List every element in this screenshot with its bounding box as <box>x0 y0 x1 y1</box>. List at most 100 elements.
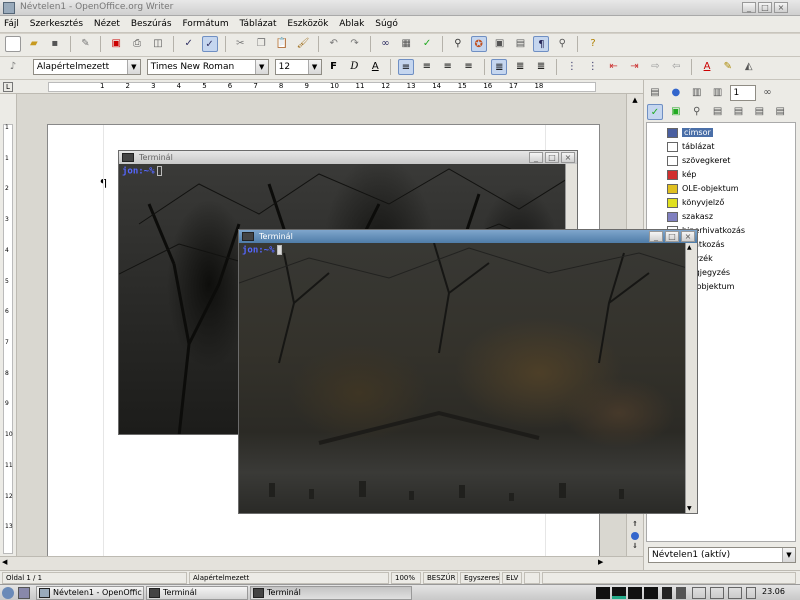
underline-button[interactable]: A <box>367 59 383 75</box>
print-icon[interactable]: ⎙ <box>129 36 145 52</box>
signature-status[interactable]: ELV <box>502 572 522 584</box>
paste-icon[interactable]: 📋 <box>274 36 290 52</box>
hyperlink-icon[interactable]: ∞ <box>377 36 393 52</box>
prev-icon[interactable]: ▥ <box>689 85 705 101</box>
scroll-right-icon[interactable]: ▶ <box>598 558 603 566</box>
task-writer[interactable]: Névtelen1 - OpenOffic <box>36 586 144 600</box>
save-icon[interactable]: ▪ <box>47 36 63 52</box>
line-spacing-2-icon[interactable]: ≣ <box>533 59 549 75</box>
terminal-2-content[interactable]: jon:~% <box>239 243 685 513</box>
menu-tools[interactable]: Eszközök <box>283 16 332 29</box>
horizontal-ruler[interactable]: L 1 2 3 4 5 6 7 8 9 10 11 12 13 14 15 16 17 18 <box>0 80 643 94</box>
background-color-icon[interactable]: ◭ <box>741 59 757 75</box>
navigation-icon[interactable] <box>631 532 639 540</box>
task-terminal-1[interactable]: Terminál <box>146 586 248 600</box>
terminal-2-titlebar[interactable]: Terminál _ □ × <box>239 230 697 243</box>
maximize-icon[interactable]: □ <box>665 231 679 242</box>
tray-icon-5[interactable] <box>728 587 742 599</box>
paragraph-style-select[interactable]: Alapértelmezett ▼ <box>32 59 141 75</box>
tab-type-icon[interactable]: L <box>3 82 13 92</box>
navigator-item[interactable]: könyvjelző <box>667 196 724 210</box>
navigator-item[interactable]: szakasz <box>667 210 713 224</box>
window-titlebar[interactable]: Névtelen1 - OpenOffice.org Writer _ □ × <box>0 0 800 16</box>
styles-formatting-icon[interactable]: ♪ <box>5 59 21 75</box>
scroll-down-icon[interactable]: ▼ <box>687 505 692 512</box>
minimize-icon[interactable]: _ <box>529 152 543 163</box>
line-spacing-15-icon[interactable]: ≣ <box>512 59 528 75</box>
toggle-icon[interactable]: ▤ <box>647 85 663 101</box>
terminal-window-2[interactable]: Terminál _ □ × jon:~% ▲ ▼ <box>238 229 698 514</box>
spellcheck-icon[interactable]: ✓ <box>181 36 197 52</box>
terminal-2-scrollbar[interactable]: ▲ ▼ <box>685 243 697 513</box>
menu-format[interactable]: Formátum <box>178 16 232 29</box>
highlighting-icon[interactable]: ✎ <box>720 59 736 75</box>
document-select[interactable]: Névtelen1 (aktív) ▼ <box>648 547 796 563</box>
redo-icon[interactable]: ↷ <box>347 36 363 52</box>
maximize-icon[interactable]: □ <box>758 2 772 13</box>
start-menu-icon[interactable] <box>2 587 14 599</box>
print-preview-icon[interactable]: ◫ <box>150 36 166 52</box>
menu-table[interactable]: Táblázat <box>236 16 281 29</box>
terminal-1-titlebar[interactable]: Terminál _ □ × <box>119 151 577 164</box>
promote-icon[interactable]: ▤ <box>731 104 747 120</box>
page-number-input[interactable]: 1 <box>729 85 756 101</box>
vertical-ruler[interactable]: 1 1 2 3 4 5 6 7 8 9 10 11 12 13 <box>0 94 17 556</box>
tray-icon-4[interactable] <box>710 587 724 599</box>
next-page-icon[interactable]: ⇓ <box>629 542 641 552</box>
navigation-icon[interactable]: ● <box>668 85 684 101</box>
close-icon[interactable]: × <box>561 152 575 163</box>
close-icon[interactable]: × <box>681 231 695 242</box>
navigator-item[interactable]: szövegkeret <box>667 154 730 168</box>
list-box-icon[interactable]: ▣ <box>668 104 684 120</box>
bullets-icon[interactable]: ⋮ <box>585 59 601 75</box>
page-style[interactable]: Alapértelmezett <box>189 572 389 584</box>
undo-icon[interactable]: ↶ <box>326 36 342 52</box>
align-left-icon[interactable]: ≡ <box>398 59 414 75</box>
table-icon[interactable]: ▦ <box>398 36 414 52</box>
edit-file-icon[interactable]: ✎ <box>78 36 94 52</box>
close-icon[interactable]: × <box>774 2 788 13</box>
font-size-select[interactable]: 12 ▼ <box>274 59 322 75</box>
paragraph-ltr-icon[interactable]: ⇨ <box>647 59 663 75</box>
paragraph-rtl-icon[interactable]: ⇦ <box>668 59 684 75</box>
scroll-left-icon[interactable]: ◀ <box>2 558 7 566</box>
formatting-marks-icon[interactable]: ¶ <box>533 36 550 52</box>
cut-icon[interactable]: ✂ <box>232 36 248 52</box>
menu-edit[interactable]: Szerkesztés <box>26 16 87 29</box>
decrease-indent-icon[interactable]: ⇤ <box>606 59 622 75</box>
data-sources-icon[interactable]: ▤ <box>513 36 529 52</box>
navigator-item[interactable]: kép <box>667 168 696 182</box>
navigator-item[interactable]: táblázat <box>667 140 714 154</box>
demote-icon[interactable]: ▤ <box>751 104 767 120</box>
selection-mode[interactable]: Egyszeres <box>460 572 500 584</box>
line-spacing-1-icon[interactable]: ≣ <box>491 59 508 75</box>
new-document-icon[interactable] <box>5 36 21 52</box>
horizontal-scrollbar[interactable]: ◀ ▶ <box>0 556 643 570</box>
workspace-2[interactable] <box>612 587 626 599</box>
minimize-icon[interactable]: _ <box>649 231 663 242</box>
font-name-select[interactable]: Times New Roman ▼ <box>146 59 269 75</box>
navigator-icon[interactable]: ✪ <box>470 36 487 52</box>
increase-indent-icon[interactable]: ⇥ <box>627 59 643 75</box>
menu-insert[interactable]: Beszúrás <box>127 16 176 29</box>
tray-icon-1[interactable] <box>662 587 672 599</box>
next-icon[interactable]: ▥ <box>710 85 726 101</box>
gallery-icon[interactable]: ▣ <box>492 36 508 52</box>
content-view-icon[interactable]: ✓ <box>647 104 663 120</box>
task-terminal-2[interactable]: Terminál <box>250 586 412 600</box>
menu-window[interactable]: Ablak <box>335 16 368 29</box>
workspace-1[interactable] <box>596 587 610 599</box>
heading-levels-icon[interactable]: ▤ <box>710 104 726 120</box>
insert-mode[interactable]: BESZÚR <box>423 572 458 584</box>
help-icon[interactable]: ? <box>585 36 601 52</box>
align-justify-icon[interactable]: ≡ <box>461 59 477 75</box>
scroll-up-icon[interactable]: ▲ <box>629 96 641 106</box>
drag-mode-icon[interactable]: ∞ <box>759 85 775 101</box>
tray-icon-3[interactable] <box>692 587 706 599</box>
reminder-icon[interactable]: ⚲ <box>689 104 705 120</box>
navigator-item[interactable]: OLE-objektum <box>667 182 739 196</box>
maximize-icon[interactable]: □ <box>545 152 559 163</box>
italic-button[interactable]: D <box>346 59 362 75</box>
show-draw-functions-icon[interactable]: ✓ <box>419 36 435 52</box>
scroll-up-icon[interactable]: ▲ <box>687 244 692 251</box>
